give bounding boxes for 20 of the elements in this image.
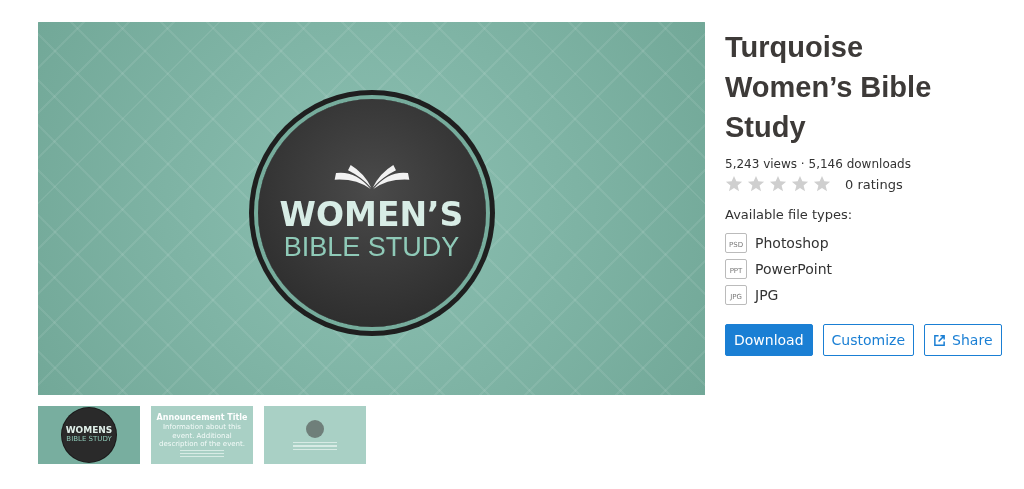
file-type-label: PowerPoint [755,261,833,277]
share-button[interactable]: Share [924,324,1002,356]
star-rating[interactable] [725,175,831,193]
badge-emblem [306,419,324,438]
download-button[interactable]: Download [725,324,813,356]
stats-text: 5,243 views · 5,146 downloads [725,157,912,171]
page-title: Turquoise Women’s Bible Study [725,30,933,145]
file-type-label: JPG [755,287,779,303]
file-type-label: Photoshop [755,235,829,251]
text-lines-drawing [293,441,337,451]
customize-button[interactable]: Customize [822,324,915,356]
slide-title: Announcement Title [156,412,248,423]
badge-title: WOMENS [65,426,113,436]
ratings-count: 0 ratings [845,176,903,192]
external-link-icon [933,333,947,347]
badge-title: WOMEN’S [279,196,464,233]
section-heading: Available file types: [725,207,854,222]
text-lines-drawing [180,449,224,458]
badge-subtitle: BIBLE STUDY [283,232,460,263]
thumbnail[interactable] [264,406,366,464]
